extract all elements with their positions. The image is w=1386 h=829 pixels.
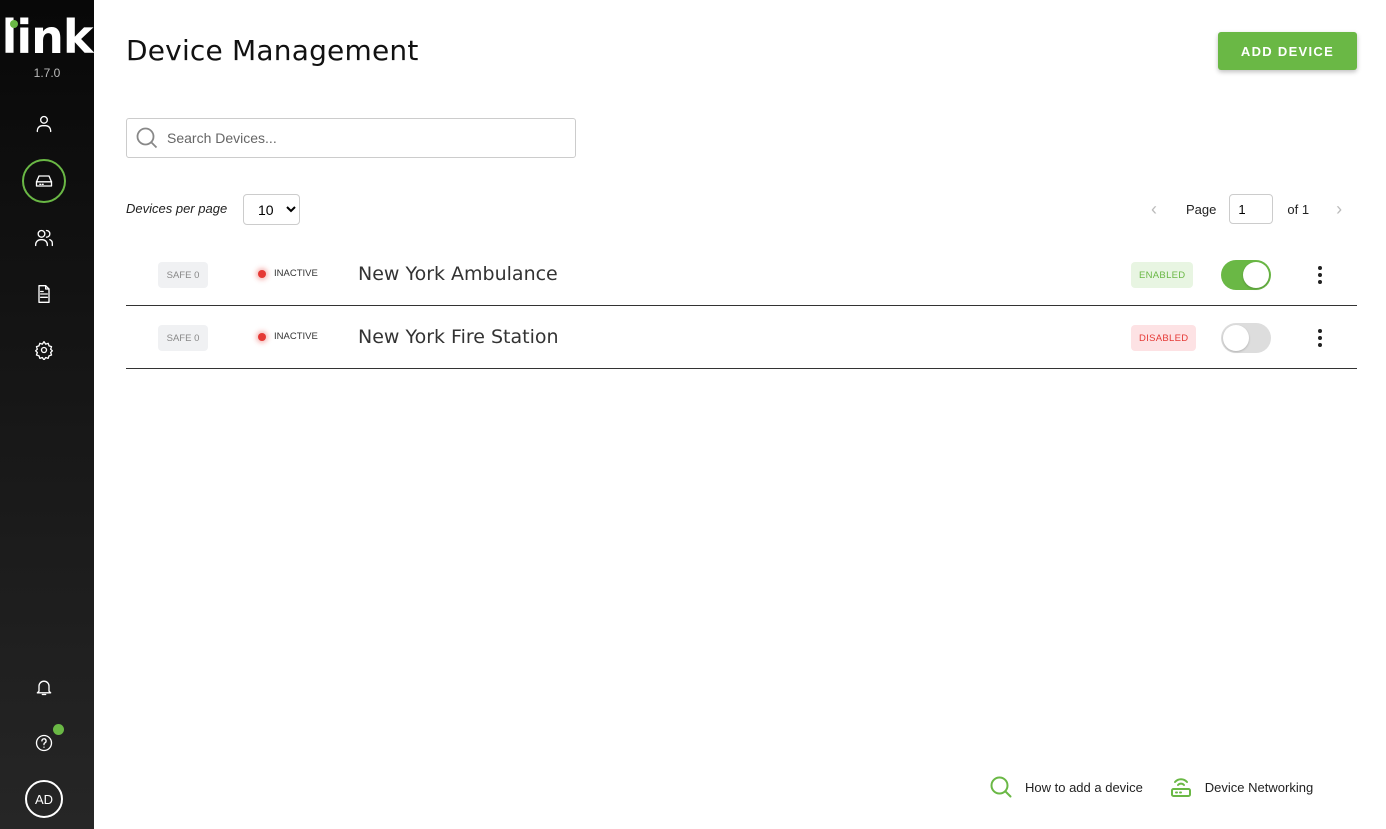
how-to-add-device-link[interactable]: How to add a device (989, 775, 1143, 799)
state-badge: ENABLED (1131, 262, 1194, 288)
pagination: ‹ Page of 1 › (1144, 194, 1349, 224)
device-name[interactable]: New York Ambulance (358, 263, 558, 285)
page-label: Page (1186, 201, 1217, 217)
status-text: INACTIVE (274, 331, 318, 342)
help-notification-dot (53, 724, 64, 735)
search-icon (990, 776, 1012, 798)
sidebar: link 1.7.0 AD (0, 0, 94, 829)
device-name[interactable]: New York Fire Station (358, 326, 559, 348)
gear-icon (35, 341, 53, 360)
safe-badge: SAFE 0 (158, 262, 208, 288)
status-indicator: INACTIVE (258, 331, 318, 342)
page-total: of 1 (1287, 201, 1310, 217)
document-icon (38, 285, 50, 303)
toggle-knob (1223, 325, 1249, 351)
state-badge: DISABLED (1131, 325, 1197, 351)
device-icon (35, 175, 53, 187)
sidebar-item-reports[interactable] (22, 272, 66, 316)
device-networking-link[interactable]: Device Networking (1169, 775, 1313, 799)
status-dot (258, 269, 266, 278)
toggle-knob (1243, 262, 1269, 288)
footer-links: How to add a device Device Networking (989, 775, 1313, 799)
page-title: Device Management (126, 34, 419, 67)
logo: link 1.7.0 (0, 14, 94, 80)
search-input[interactable] (167, 130, 547, 146)
per-page-label: Devices per page (126, 201, 228, 216)
device-list: SAFE 0 INACTIVE New York Ambulance ENABL… (126, 243, 1357, 369)
router-icon (1170, 778, 1191, 797)
device-row[interactable]: SAFE 0 INACTIVE New York Ambulance ENABL… (126, 243, 1357, 306)
app-version: 1.7.0 (33, 66, 61, 80)
notifications-button[interactable] (22, 665, 66, 709)
status-text: INACTIVE (274, 268, 318, 279)
prev-page-button[interactable]: ‹ (1144, 199, 1164, 220)
bell-icon (36, 680, 52, 696)
sidebar-item-profile[interactable] (22, 102, 66, 146)
more-options-button[interactable] (1310, 324, 1330, 352)
page-input[interactable] (1229, 194, 1274, 224)
status-dot (258, 332, 266, 341)
users-icon (35, 229, 53, 247)
status-indicator: INACTIVE (258, 268, 318, 279)
safe-badge: SAFE 0 (158, 325, 208, 351)
avatar[interactable]: AD (25, 780, 63, 818)
search-box (126, 118, 576, 158)
sidebar-item-devices[interactable] (22, 159, 66, 203)
user-icon (36, 115, 52, 133)
add-device-button[interactable]: ADD DEVICE (1218, 32, 1357, 70)
sidebar-item-users[interactable] (22, 216, 66, 260)
per-page-select[interactable]: 10 (243, 194, 300, 225)
logo-text: link (1, 10, 94, 64)
search-icon (136, 127, 158, 149)
logo-dot (9, 20, 18, 28)
next-page-button[interactable]: › (1329, 199, 1349, 220)
sidebar-item-settings[interactable] (22, 328, 66, 372)
main-content: Device Management ADD DEVICE Devices per… (94, 0, 1386, 829)
device-toggle[interactable] (1221, 260, 1271, 290)
device-row[interactable]: SAFE 0 INACTIVE New York Fire Station DI… (126, 306, 1357, 369)
more-options-button[interactable] (1310, 261, 1330, 289)
device-toggle[interactable] (1221, 323, 1271, 353)
help-icon (35, 734, 53, 752)
